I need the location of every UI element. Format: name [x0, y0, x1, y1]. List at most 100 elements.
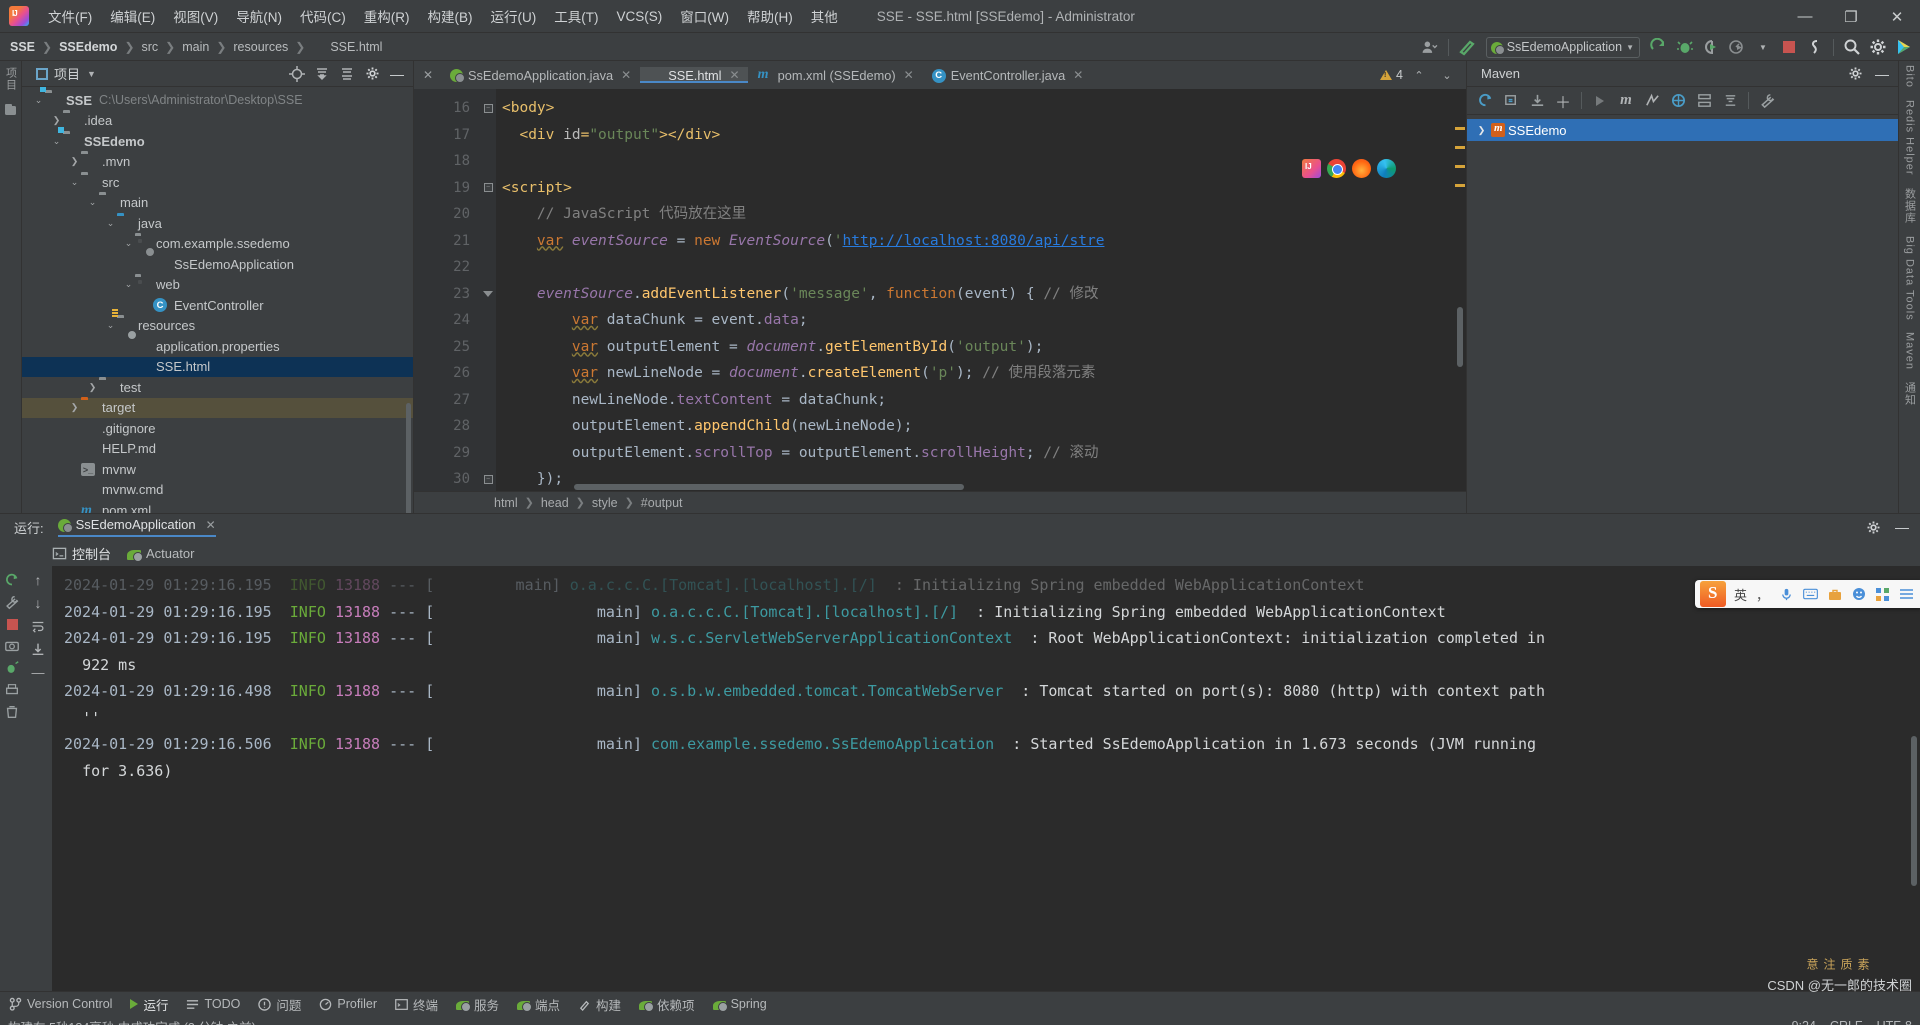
fold-collapse-icon[interactable]: − — [483, 474, 493, 484]
status-item-run[interactable]: 运行 — [121, 995, 177, 1014]
user-icon[interactable] — [1418, 35, 1442, 59]
tab-pom-xml[interactable]: m pom.xml (SSEdemo) ✕ — [749, 67, 922, 83]
chevron-down-icon[interactable]: ⌄ — [32, 95, 45, 106]
generate-sources-icon[interactable] — [1499, 89, 1523, 113]
tree-node-main[interactable]: ⌄ main — [22, 193, 413, 214]
edge-icon[interactable] — [1377, 159, 1396, 178]
show-dependencies-icon[interactable] — [1692, 89, 1716, 113]
settings-icon[interactable] — [1866, 35, 1890, 59]
breadcrumb-item-main[interactable]: main — [182, 40, 209, 54]
chevron-down-icon[interactable]: ⌄ — [122, 279, 135, 290]
project-tree[interactable]: ⌄ SSE C:\Users\Administrator\Desktop\SSE ❯.… — [22, 87, 413, 513]
status-item-spring[interactable]: Spring — [704, 997, 776, 1012]
tree-node-sse[interactable]: ⌄ SSE C:\Users\Administrator\Desktop\SSE — [22, 87, 413, 111]
rail-item-maven[interactable]: Maven — [1904, 332, 1916, 370]
menu-refactor[interactable]: 重构(R) — [355, 2, 419, 30]
download-sources-icon[interactable] — [1525, 89, 1549, 113]
tree-node-help.md[interactable]: ·MD HELP.md — [22, 439, 413, 460]
menu-icon[interactable] — [1898, 586, 1915, 603]
fold-marker[interactable]: − — [480, 95, 496, 122]
menu-edit[interactable]: 编辑(E) — [101, 2, 164, 30]
fold-marker[interactable]: − — [480, 175, 496, 202]
search-everywhere-icon[interactable] — [1840, 35, 1864, 59]
close-icon[interactable]: ✕ — [206, 518, 216, 532]
fold-marker[interactable] — [480, 122, 496, 149]
chevron-up-icon[interactable]: ⌃ — [1407, 63, 1431, 87]
breadcrumb-style[interactable]: style — [592, 496, 618, 510]
intellij-preview-icon[interactable] — [1302, 159, 1321, 178]
wrench-icon[interactable] — [2, 592, 22, 612]
tree-node-mvnw[interactable]: ·>_ mvnw — [22, 459, 413, 480]
status-item-dependencies[interactable]: 依赖项 — [630, 995, 704, 1014]
menu-other[interactable]: 其他 — [802, 2, 847, 30]
run-icon[interactable] — [1588, 89, 1612, 113]
fold-marker[interactable] — [480, 334, 496, 361]
tree-node-pom.xml[interactable]: ·m pom.xml — [22, 500, 413, 513]
line-separator[interactable]: CRLF — [1830, 1019, 1863, 1025]
fold-marker[interactable] — [480, 413, 496, 440]
maven-goal-icon[interactable]: m — [1614, 89, 1638, 113]
scroll-up-icon[interactable]: ↑ — [28, 570, 48, 590]
ime-toolbar[interactable]: 英 ， — [1694, 580, 1920, 608]
chevron-right-icon[interactable]: ❯ — [68, 402, 81, 413]
hammer-icon[interactable] — [1455, 35, 1479, 59]
settings-icon[interactable] — [360, 62, 384, 86]
tab-console[interactable]: 控制台 — [52, 544, 111, 563]
fold-marker[interactable] — [480, 440, 496, 467]
status-item-build[interactable]: 构建 — [569, 995, 630, 1014]
chevron-down-icon[interactable]: ⌄ — [1435, 63, 1459, 87]
emoji-icon[interactable] — [1850, 586, 1867, 603]
warning-marker[interactable] — [1455, 146, 1465, 149]
apps-icon[interactable] — [1874, 586, 1891, 603]
inspection-warning-count[interactable]: 4 — [1380, 68, 1403, 82]
ime-mode-label[interactable]: 英 — [1734, 585, 1747, 604]
run-panel-config-tab[interactable]: SsEdemoApplication ✕ — [57, 517, 216, 537]
run-configuration-selector[interactable]: SsEdemoApplication ▼ — [1485, 36, 1640, 58]
menu-tools[interactable]: 工具(T) — [545, 2, 607, 30]
fold-marker[interactable] — [480, 281, 496, 308]
maximize-button[interactable]: ❐ — [1828, 0, 1874, 33]
rail-item-big-data-tools[interactable]: Big Data Tools — [1904, 236, 1916, 321]
chevron-right-icon[interactable]: ❯ — [50, 115, 63, 126]
fold-marker[interactable] — [480, 360, 496, 387]
menu-navigate[interactable]: 导航(N) — [227, 2, 291, 30]
reload-icon[interactable] — [1473, 89, 1497, 113]
tree-node-com.example.ssedemo[interactable]: ⌄ com.example.ssedemo — [22, 234, 413, 255]
tree-node-test[interactable]: ❯ test — [22, 377, 413, 398]
editor-horizontal-scrollbar[interactable] — [574, 484, 964, 490]
rail-item-notifications[interactable]: 通知 — [1902, 382, 1918, 406]
chrome-icon[interactable] — [1327, 159, 1346, 178]
fold-marker[interactable] — [480, 148, 496, 175]
tree-node-application.properties[interactable]: · application.properties — [22, 336, 413, 357]
minimize-button[interactable]: — — [1782, 0, 1828, 33]
close-icon[interactable]: ✕ — [904, 68, 914, 82]
chevron-right-icon[interactable]: ❯ — [68, 156, 81, 167]
file-encoding[interactable]: UTF-8 — [1877, 1019, 1912, 1025]
fold-marker[interactable]: − — [480, 466, 496, 491]
sogou-ime-icon[interactable] — [1699, 581, 1726, 607]
fold-marker[interactable] — [480, 201, 496, 228]
fold-gutter[interactable]: − − − — [480, 89, 496, 491]
console-scrollbar[interactable] — [1911, 736, 1917, 886]
status-item-todo[interactable]: TODO — [177, 997, 249, 1011]
rail-item-redis-helper[interactable]: Redis Helper — [1904, 100, 1916, 176]
settings-wrench-icon[interactable] — [1755, 89, 1779, 113]
status-item-terminal[interactable]: 终端 — [386, 995, 447, 1014]
chevron-right-icon[interactable]: ❯ — [1475, 125, 1488, 136]
debug-icon[interactable] — [1673, 35, 1697, 59]
breadcrumb-item-src[interactable]: src — [142, 40, 159, 54]
settings-icon[interactable] — [1861, 515, 1885, 539]
breadcrumb-item-resources[interactable]: resources — [233, 40, 288, 54]
fold-collapse-icon[interactable]: − — [483, 183, 493, 193]
expand-collapse-icon[interactable] — [1718, 89, 1742, 113]
toolbox-icon[interactable] — [1826, 586, 1843, 603]
tab-sse-html[interactable]: H SSE.html ✕ — [640, 67, 749, 83]
keyboard-icon[interactable] — [1802, 586, 1819, 603]
tree-node-java[interactable]: ⌄ java — [22, 213, 413, 234]
chevron-right-icon[interactable]: ❯ — [86, 382, 99, 393]
chevron-down-icon[interactable]: ⌄ — [50, 136, 63, 147]
tree-node-.idea[interactable]: ❯ .idea — [22, 111, 413, 132]
structure-icon[interactable] — [5, 103, 16, 115]
tree-node-eventcontroller[interactable]: ·C EventController — [22, 295, 413, 316]
menu-code[interactable]: 代码(C) — [291, 2, 355, 30]
